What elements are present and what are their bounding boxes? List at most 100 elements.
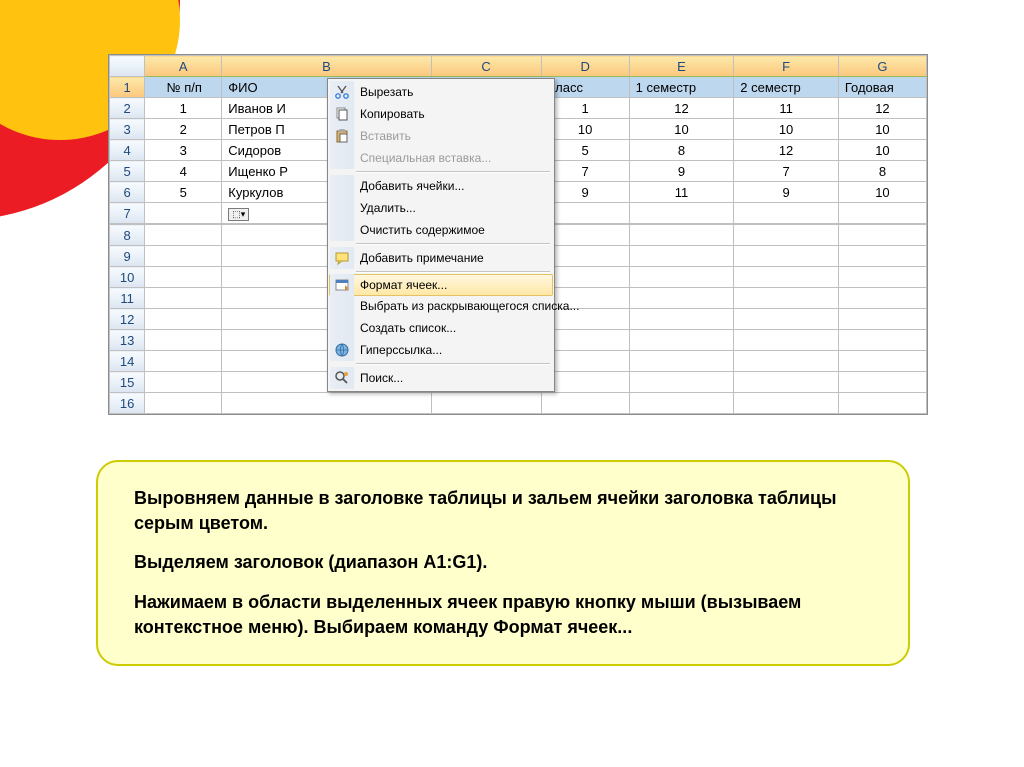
cell[interactable] (629, 351, 734, 372)
cell[interactable] (734, 372, 839, 393)
col-head-A[interactable]: A (145, 56, 222, 77)
cell[interactable] (734, 203, 839, 224)
col-head-B[interactable]: B (222, 56, 431, 77)
cell[interactable] (838, 309, 926, 330)
cell-A1[interactable]: № п/п (145, 77, 222, 98)
cell[interactable] (838, 246, 926, 267)
row-head-3[interactable]: 3 (110, 119, 145, 140)
cell[interactable] (734, 288, 839, 309)
cell[interactable]: 4 (145, 161, 222, 182)
cell[interactable] (734, 330, 839, 351)
cell[interactable] (629, 225, 734, 246)
row-head-15[interactable]: 15 (110, 372, 145, 393)
row-head-8[interactable]: 8 (110, 225, 145, 246)
cell[interactable] (145, 309, 222, 330)
row-head-9[interactable]: 9 (110, 246, 145, 267)
row-head-12[interactable]: 12 (110, 309, 145, 330)
cell[interactable]: 9 (734, 182, 839, 203)
menu-item-list[interactable]: Создать список... (330, 317, 552, 339)
cell[interactable] (734, 351, 839, 372)
cell[interactable] (145, 372, 222, 393)
row-head-14[interactable]: 14 (110, 351, 145, 372)
smart-tag-icon[interactable]: ⬚▾ (228, 208, 249, 221)
menu-item-copy[interactable]: Копировать (330, 103, 552, 125)
row-head-11[interactable]: 11 (110, 288, 145, 309)
cell[interactable]: 10 (734, 119, 839, 140)
cell[interactable]: 9 (629, 161, 734, 182)
cell[interactable] (145, 330, 222, 351)
menu-item-format[interactable]: Формат ячеек... (329, 274, 553, 296)
cell-E1[interactable]: 1 семестр (629, 77, 734, 98)
cell[interactable] (222, 393, 431, 414)
cell[interactable] (838, 393, 926, 414)
menu-item-clear[interactable]: Очистить содержимое (330, 219, 552, 241)
cell[interactable] (145, 267, 222, 288)
col-head-G[interactable]: G (838, 56, 926, 77)
cell[interactable]: 8 (629, 140, 734, 161)
cell-G1[interactable]: Годовая (838, 77, 926, 98)
cell[interactable]: 11 (734, 98, 839, 119)
cell[interactable]: 2 (145, 119, 222, 140)
row-head-1[interactable]: 1 (110, 77, 145, 98)
col-head-D[interactable]: D (541, 56, 629, 77)
cell[interactable] (838, 351, 926, 372)
cell[interactable] (145, 203, 222, 224)
select-all-corner[interactable] (110, 56, 145, 77)
cell[interactable] (629, 330, 734, 351)
cell[interactable] (629, 309, 734, 330)
menu-item-hyperlink[interactable]: Гиперссылка... (330, 339, 552, 361)
cell[interactable] (145, 288, 222, 309)
cell[interactable]: 12 (734, 140, 839, 161)
cell-F1[interactable]: 2 семестр (734, 77, 839, 98)
cell[interactable]: 8 (838, 161, 926, 182)
cell[interactable] (145, 351, 222, 372)
cell[interactable] (838, 372, 926, 393)
cell[interactable] (734, 225, 839, 246)
menu-item-delete[interactable]: Удалить... (330, 197, 552, 219)
cell[interactable]: 12 (629, 98, 734, 119)
cell[interactable]: 10 (838, 182, 926, 203)
cell[interactable] (838, 267, 926, 288)
cell[interactable]: 10 (838, 140, 926, 161)
cell[interactable] (629, 246, 734, 267)
menu-item-cut[interactable]: Вырезать (330, 81, 552, 103)
menu-item-comment[interactable]: Добавить примечание (330, 247, 552, 269)
cell[interactable]: 12 (838, 98, 926, 119)
cell[interactable] (734, 393, 839, 414)
cell[interactable] (838, 225, 926, 246)
row-head-10[interactable]: 10 (110, 267, 145, 288)
row-head-13[interactable]: 13 (110, 330, 145, 351)
cell[interactable] (734, 246, 839, 267)
col-head-E[interactable]: E (629, 56, 734, 77)
cell[interactable] (629, 372, 734, 393)
cell[interactable] (145, 393, 222, 414)
row-head-2[interactable]: 2 (110, 98, 145, 119)
cell[interactable] (541, 393, 629, 414)
cell[interactable] (734, 267, 839, 288)
col-head-C[interactable]: C (431, 56, 541, 77)
row-head-4[interactable]: 4 (110, 140, 145, 161)
row-head-6[interactable]: 6 (110, 182, 145, 203)
menu-item-pick[interactable]: Выбрать из раскрывающегося списка... (330, 295, 552, 317)
cell[interactable]: 10 (629, 119, 734, 140)
cell[interactable]: 11 (629, 182, 734, 203)
cell[interactable] (431, 393, 541, 414)
cell[interactable]: 3 (145, 140, 222, 161)
col-head-F[interactable]: F (734, 56, 839, 77)
cell[interactable] (629, 203, 734, 224)
cell[interactable] (838, 330, 926, 351)
menu-item-insert[interactable]: Добавить ячейки... (330, 175, 552, 197)
cell[interactable] (629, 393, 734, 414)
cell[interactable]: 1 (145, 98, 222, 119)
cell[interactable] (838, 203, 926, 224)
row-head-5[interactable]: 5 (110, 161, 145, 182)
row-head-7[interactable]: 7 (110, 203, 145, 224)
cell[interactable]: 7 (734, 161, 839, 182)
row-head-16[interactable]: 16 (110, 393, 145, 414)
cell[interactable]: 10 (838, 119, 926, 140)
cell[interactable] (629, 288, 734, 309)
cell[interactable] (629, 267, 734, 288)
cell[interactable]: 5 (145, 182, 222, 203)
menu-item-find[interactable]: Поиск... (330, 367, 552, 389)
cell[interactable] (838, 288, 926, 309)
